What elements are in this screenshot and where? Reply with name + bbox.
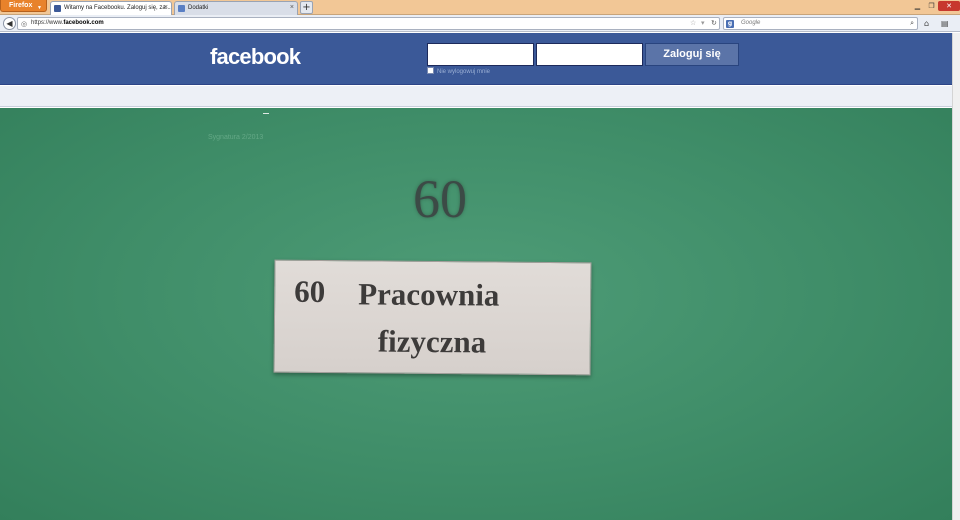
plus-icon: + — [302, 2, 311, 13]
globe-icon: ◎ — [21, 20, 28, 28]
big-number: 60 — [413, 169, 467, 229]
room-sign: 60 Pracownia fizyczna — [273, 259, 592, 376]
back-button[interactable]: ◀ — [3, 17, 16, 30]
firefox-menu-button[interactable]: Firefox ▼ — [0, 0, 47, 12]
maximize-button[interactable]: ❐ — [925, 1, 938, 11]
room-number: 60 — [294, 273, 326, 310]
email-field[interactable] — [427, 43, 534, 66]
facebook-favicon-icon — [54, 5, 61, 12]
divider — [263, 113, 269, 114]
search-placeholder: Google — [741, 20, 761, 26]
firefox-menu-label: Firefox — [9, 2, 33, 9]
chevron-down-icon: ▼ — [37, 5, 42, 11]
minimize-button[interactable]: ▁ — [911, 1, 924, 11]
new-tab-button[interactable]: + — [300, 1, 313, 14]
url-text: https://www.facebook.com — [31, 18, 104, 29]
tab-label: Witamy na Facebooku. Zaloguj się, za... — [64, 5, 171, 11]
room-name-line1: Pracownia — [358, 276, 500, 313]
window-close-button[interactable]: ✕ — [938, 1, 960, 11]
reload-icon[interactable]: ↻ — [711, 18, 717, 29]
facebook-logo[interactable]: facebook — [210, 44, 301, 70]
close-icon[interactable]: × — [290, 2, 294, 14]
tab-facebook[interactable]: Witamy na Facebooku. Zaloguj się, za... … — [50, 1, 172, 15]
browser-titlebar: Firefox ▼ Witamy na Facebooku. Zaloguj s… — [0, 0, 960, 15]
home-icon[interactable]: ⌂ — [924, 18, 929, 29]
tab-dodatki[interactable]: Dodatki × — [174, 1, 298, 15]
close-icon[interactable]: × — [164, 2, 168, 14]
address-bar[interactable]: ◎ https://www.facebook.com ☆ ▾ ↻ — [17, 17, 720, 30]
content-area: Sygnatura 2/2013 60 60 Pracownia fizyczn… — [0, 108, 952, 520]
search-icon[interactable]: ⌕ — [910, 18, 914, 29]
search-bar[interactable]: g Google ⌕ — [723, 17, 918, 30]
remember-checkbox[interactable] — [427, 67, 434, 74]
facebook-header: facebook Zaloguj się Nie wylogowuj mnie — [0, 33, 952, 85]
dropdown-icon[interactable]: ▾ — [701, 18, 705, 29]
url-domain: facebook.com — [63, 20, 104, 26]
navigation-bar: ◀ ◎ https://www.facebook.com ☆ ▾ ↻ g Goo… — [0, 15, 960, 32]
url-prefix: https://www. — [31, 20, 64, 26]
faint-caption: Sygnatura 2/2013 — [208, 134, 264, 141]
back-arrow-icon: ◀ — [6, 19, 13, 28]
bookmarks-menu-icon[interactable]: ▤ — [941, 18, 949, 29]
room-name-line2: fizyczna — [377, 323, 487, 360]
tab-label: Dodatki — [188, 5, 209, 11]
remember-me[interactable]: Nie wylogowuj mnie — [427, 67, 490, 76]
puzzle-icon — [178, 5, 185, 12]
vertical-scrollbar[interactable] — [952, 33, 960, 520]
bookmark-star-icon[interactable]: ☆ — [690, 18, 696, 29]
remember-label: Nie wylogowuj mnie — [437, 69, 491, 75]
facebook-subheader — [0, 86, 952, 107]
google-engine-icon[interactable]: g — [726, 20, 734, 28]
login-button[interactable]: Zaloguj się — [645, 43, 739, 66]
password-field[interactable] — [536, 43, 643, 66]
